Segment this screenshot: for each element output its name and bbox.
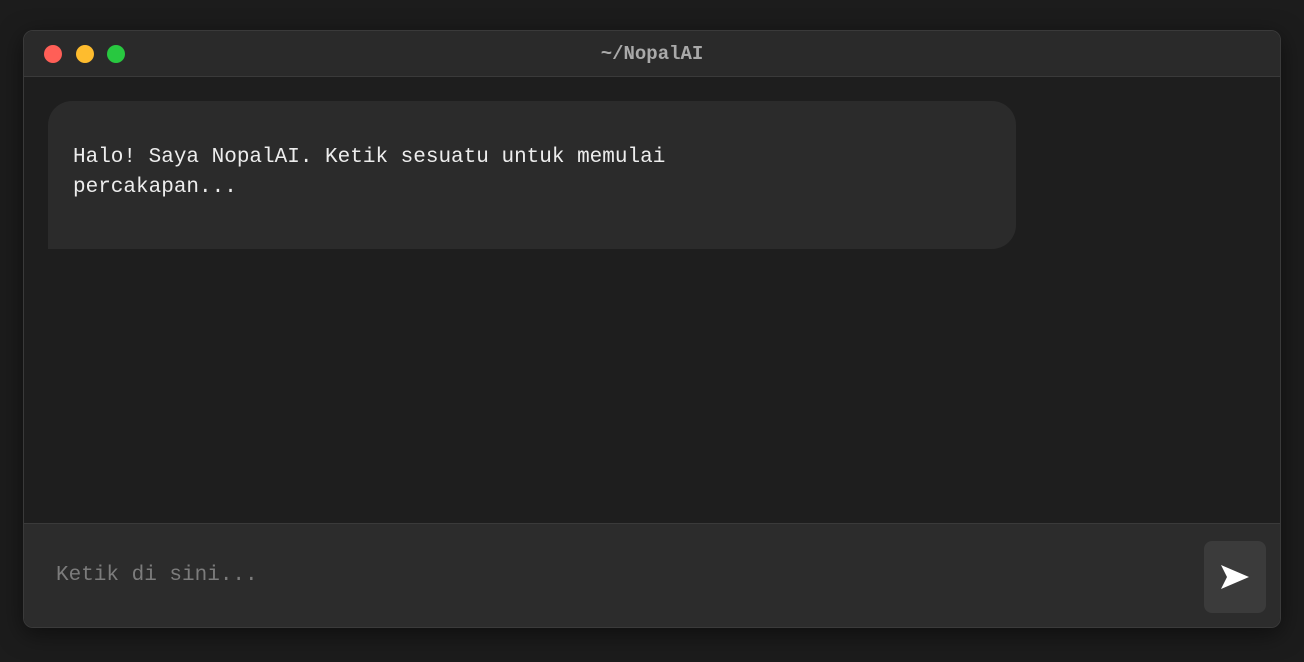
send-button[interactable]	[1204, 541, 1266, 613]
window-title: ~/NopalAI	[600, 43, 704, 65]
message-list: Halo! Saya NopalAI. Ketik sesuatu untuk …	[24, 77, 1280, 523]
send-arrow-icon	[1221, 565, 1249, 589]
message-text: Halo! Saya NopalAI. Ketik sesuatu untuk …	[73, 146, 678, 199]
title-bar: ~/NopalAI	[24, 31, 1280, 77]
chat-window: ~/NopalAI Halo! Saya NopalAI. Ketik sesu…	[23, 30, 1281, 628]
chat-input[interactable]	[40, 544, 1180, 606]
input-bar	[24, 523, 1280, 627]
assistant-message-bubble: Halo! Saya NopalAI. Ketik sesuatu untuk …	[48, 101, 1016, 249]
